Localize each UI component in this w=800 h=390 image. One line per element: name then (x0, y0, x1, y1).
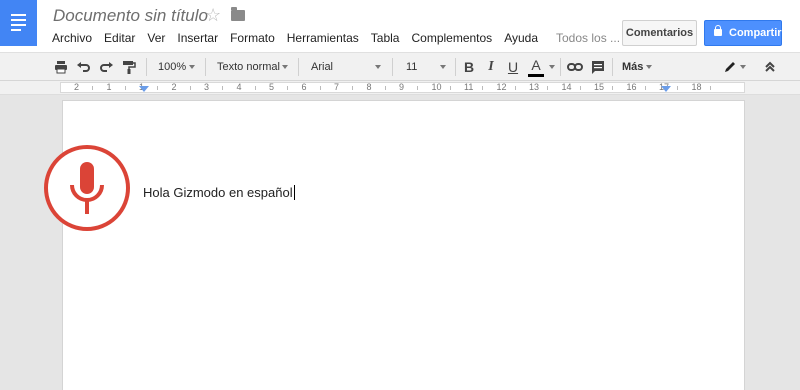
menu-insertar[interactable]: Insertar (171, 30, 224, 46)
folder-icon[interactable] (231, 7, 245, 21)
left-indent-marker[interactable] (139, 86, 149, 92)
zoom-select[interactable]: 100% (158, 53, 186, 81)
menu-ver[interactable]: Ver (141, 30, 171, 46)
voice-typing-button[interactable] (44, 145, 130, 231)
document-page[interactable] (62, 100, 745, 390)
ruler-number: 1 (106, 82, 112, 92)
ruler-tick (482, 86, 484, 90)
ruler-number: 3 (204, 82, 210, 92)
menu-archivo[interactable]: Archivo (46, 30, 98, 46)
ruler-number: 14 (561, 82, 572, 92)
ruler-number: 10 (431, 82, 442, 92)
ruler-tick (612, 86, 614, 90)
ruler-tick (222, 86, 224, 90)
menu-herramientas[interactable]: Herramientas (281, 30, 365, 46)
ruler-tick (287, 86, 289, 90)
ruler: 2 1 1 2 3 4 5 6 7 8 9 10 11 12 13 14 15 16 17 18 (0, 81, 800, 95)
underline-button[interactable]: U (505, 59, 521, 75)
ruler-tick (384, 86, 386, 90)
document-title[interactable]: Documento sin título (53, 6, 208, 26)
ruler-tick (319, 86, 321, 90)
ruler-tick (579, 86, 581, 90)
more-button[interactable]: Más (622, 53, 643, 81)
ruler-number: 4 (236, 82, 242, 92)
star-icon[interactable]: ☆ (205, 5, 221, 26)
document-body-text[interactable]: Hola Gizmodo en español (143, 185, 295, 200)
docs-menu-icon[interactable] (0, 0, 37, 46)
ruler-track: 2 1 1 2 3 4 5 6 7 8 9 10 11 12 13 14 15 16 17 18 (60, 82, 745, 93)
ruler-number: 2 (171, 82, 177, 92)
text-cursor (293, 185, 295, 200)
ruler-number: 11 (464, 82, 474, 92)
microphone-icon (70, 162, 104, 214)
ruler-number: 7 (334, 82, 340, 92)
redo-icon[interactable] (98, 59, 114, 75)
ruler-tick (709, 86, 711, 90)
ruler-tick (352, 86, 354, 90)
print-icon[interactable] (53, 59, 69, 75)
menu-ayuda[interactable]: Ayuda (498, 30, 544, 46)
bold-button[interactable]: B (461, 59, 477, 75)
ruler-tick (254, 86, 256, 90)
italic-button[interactable]: I (483, 59, 499, 75)
ruler-tick (644, 86, 646, 90)
toolbar: 100% Texto normal Arial 11 B I U A Más (0, 52, 800, 81)
document-text: Hola Gizmodo en español (143, 185, 293, 200)
ruler-number: 13 (529, 82, 540, 92)
lock-icon (714, 25, 722, 36)
ruler-tick (547, 86, 549, 90)
menu-complementos[interactable]: Complementos (405, 30, 498, 46)
comments-button[interactable]: Comentarios (622, 20, 697, 46)
link-icon[interactable] (567, 59, 583, 75)
ruler-number: 5 (269, 82, 275, 92)
ruler-number: 12 (496, 82, 507, 92)
menu-editar[interactable]: Editar (98, 30, 141, 46)
ruler-number: 15 (594, 82, 605, 92)
menu-formato[interactable]: Formato (224, 30, 281, 46)
header: Documento sin título ☆ Archivo Editar Ve… (0, 0, 800, 52)
undo-icon[interactable] (76, 59, 92, 75)
document-canvas (0, 95, 800, 390)
text-color-label: A (531, 57, 541, 73)
ruler-tick (449, 86, 451, 90)
ruler-number: 8 (366, 82, 372, 92)
font-size-select[interactable]: 11 (406, 53, 417, 81)
ruler-number: 16 (626, 82, 637, 92)
last-edit-link[interactable]: Todos los ... (544, 30, 626, 46)
ruler-number: 6 (301, 82, 307, 92)
style-select[interactable]: Texto normal (217, 53, 280, 81)
insert-comment-icon[interactable] (590, 59, 606, 75)
ruler-tick (92, 86, 94, 90)
ruler-tick (189, 86, 191, 90)
ruler-tick (677, 86, 679, 90)
menu-bar: Archivo Editar Ver Insertar Formato Herr… (46, 30, 626, 46)
editing-mode-icon[interactable] (722, 59, 738, 75)
ruler-number: 18 (691, 82, 702, 92)
collapse-menus-icon[interactable] (762, 59, 778, 75)
ruler-number: 2 (74, 82, 80, 92)
right-indent-marker[interactable] (661, 86, 671, 92)
share-label: Compartir (729, 27, 782, 39)
text-color-button[interactable]: A (528, 57, 544, 77)
ruler-tick (417, 86, 419, 90)
ruler-tick (514, 86, 516, 90)
paint-format-icon[interactable] (121, 59, 137, 75)
font-select[interactable]: Arial (311, 53, 333, 81)
ruler-tick (157, 86, 159, 90)
share-button[interactable]: Compartir (704, 20, 782, 46)
ruler-number: 9 (399, 82, 405, 92)
menu-tabla[interactable]: Tabla (365, 30, 406, 46)
ruler-tick (124, 86, 126, 90)
